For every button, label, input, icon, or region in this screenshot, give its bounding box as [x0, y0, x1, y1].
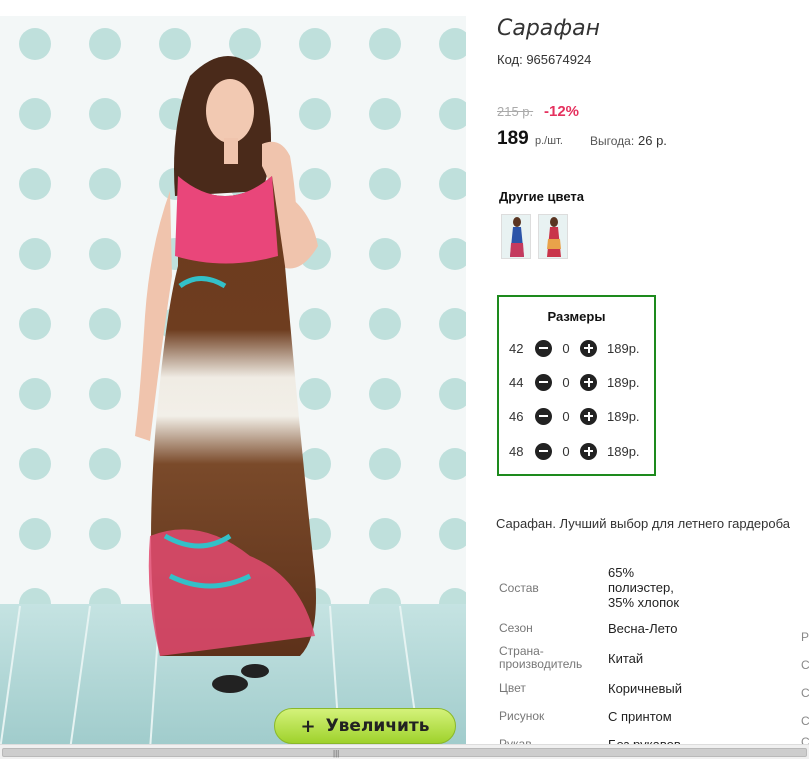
- size-price: 189р.: [607, 443, 640, 459]
- zoom-button-label: Увеличить: [325, 716, 430, 736]
- quantity-value: 0: [562, 340, 570, 356]
- size-row: 48 0 189р.: [509, 441, 640, 461]
- size-price: 189р.: [607, 408, 640, 424]
- quantity-value: 0: [562, 408, 570, 424]
- clipped-text: С: [801, 686, 809, 700]
- price-unit: р./шт.: [535, 135, 563, 147]
- product-photo[interactable]: [0, 16, 466, 750]
- minus-icon[interactable]: [535, 407, 552, 425]
- clipped-text: С: [801, 714, 809, 728]
- benefit-value: 26 р.: [638, 133, 667, 148]
- spec-value: 65% полиэстер, 35% хлопок: [608, 565, 680, 610]
- spec-value: С принтом: [608, 709, 672, 724]
- clipped-text: Р: [801, 630, 809, 644]
- size-value: 46: [509, 408, 524, 424]
- product-description: Сарафан. Лучший выбор для летнего гардер…: [496, 516, 790, 531]
- old-price: 215 р.: [497, 104, 534, 119]
- price: 189: [497, 128, 529, 149]
- grip-icon: |||: [333, 749, 340, 758]
- plus-icon[interactable]: [580, 373, 597, 391]
- sizes-panel: Размеры 42 0 189р. 44 0 189р. 46 0 189р.…: [497, 295, 656, 476]
- spec-value: Китай: [608, 651, 644, 666]
- product-code: Код: 965674924: [497, 52, 592, 67]
- product-title: Сарафан: [497, 16, 600, 41]
- size-value: 44: [509, 374, 524, 390]
- zoom-button[interactable]: + Увеличить: [274, 708, 456, 744]
- size-value: 48: [509, 443, 524, 459]
- color-swatch-red[interactable]: [538, 214, 568, 259]
- minus-icon[interactable]: [535, 373, 552, 391]
- spec-label: Рисунок: [499, 709, 545, 723]
- minus-icon[interactable]: [535, 442, 552, 460]
- size-price: 189р.: [607, 374, 640, 390]
- spec-label: Состав: [499, 581, 539, 595]
- color-swatch-blue[interactable]: [501, 214, 531, 259]
- spec-value: Коричневый: [608, 681, 682, 696]
- plus-icon[interactable]: [580, 442, 597, 460]
- plus-icon: +: [300, 715, 316, 737]
- size-row: 42 0 189р.: [509, 338, 640, 358]
- scrollbar-thumb[interactable]: |||: [2, 748, 807, 758]
- spec-label: Страна- производитель: [499, 644, 583, 671]
- discount-badge: -12%: [544, 103, 580, 120]
- sizes-title: Размеры: [547, 309, 606, 324]
- quantity-value: 0: [562, 374, 570, 390]
- size-price: 189р.: [607, 340, 640, 356]
- spec-label: Сезон: [499, 621, 533, 635]
- quantity-value: 0: [562, 443, 570, 459]
- minus-icon[interactable]: [535, 339, 552, 357]
- horizontal-scrollbar[interactable]: |||: [0, 744, 809, 759]
- clipped-text: С: [801, 658, 809, 672]
- other-colors-title: Другие цвета: [499, 189, 584, 204]
- size-row: 46 0 189р.: [509, 406, 640, 426]
- spec-label: Цвет: [499, 681, 526, 695]
- spec-value: Весна-Лето: [608, 621, 678, 636]
- benefit-label: Выгода:: [590, 134, 635, 148]
- size-value: 42: [509, 340, 524, 356]
- size-row: 44 0 189р.: [509, 372, 640, 392]
- plus-icon[interactable]: [580, 407, 597, 425]
- plus-icon[interactable]: [580, 339, 597, 357]
